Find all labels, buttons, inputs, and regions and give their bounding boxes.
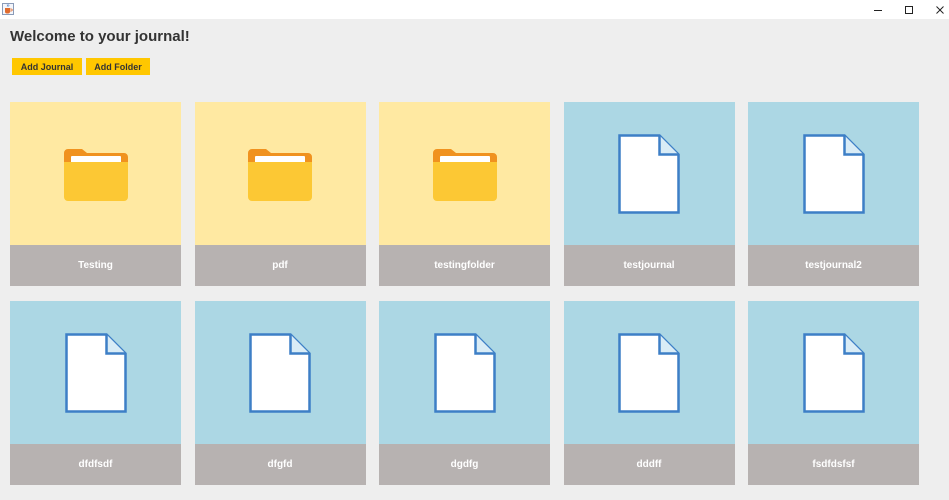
journal-tile[interactable]: testjournal (563, 102, 735, 286)
tile-label: dfdfsdf (10, 444, 181, 485)
add-folder-button[interactable]: Add Folder (86, 58, 150, 75)
tile-label: testjournal (563, 245, 735, 286)
folder-icon (432, 147, 497, 201)
tile-label: Testing (10, 245, 181, 286)
document-icon (64, 332, 127, 413)
folder-tile[interactable]: testingfolder (379, 102, 550, 286)
minimize-icon (874, 9, 882, 11)
add-journal-button[interactable]: Add Journal (12, 58, 82, 75)
tile-preview (748, 301, 919, 444)
tile-preview (10, 102, 181, 245)
maximize-button[interactable] (893, 0, 925, 19)
tile-label: pdf (194, 245, 366, 286)
tile-preview (748, 102, 919, 245)
document-icon (802, 133, 865, 214)
document-icon (618, 332, 680, 413)
page-title: Welcome to your journal! (10, 28, 190, 45)
journal-tile[interactable]: fsdfdsfsf (748, 301, 919, 485)
journal-tile[interactable]: dddff (563, 301, 735, 485)
tile-label: dgdfg (379, 444, 550, 485)
java-cup-icon (2, 3, 14, 15)
tile-preview (10, 301, 181, 444)
journal-grid: Testing pdf testingfolder testjournal te… (10, 102, 919, 485)
tile-preview (563, 102, 735, 245)
tile-label: testingfolder (379, 245, 550, 286)
document-icon (249, 332, 311, 413)
journal-tile[interactable]: dfgfd (194, 301, 366, 485)
folder-tile[interactable]: Testing (10, 102, 181, 286)
tile-preview (379, 102, 550, 245)
tile-preview (194, 102, 366, 245)
close-icon (936, 5, 944, 14)
document-icon (802, 332, 865, 413)
document-icon (433, 332, 496, 413)
tile-label: dddff (563, 444, 735, 485)
tile-label: dfgfd (194, 444, 366, 485)
tile-label: testjournal2 (748, 245, 919, 286)
app-window: Welcome to your journal! Add Journal Add… (0, 0, 949, 500)
title-bar[interactable] (0, 0, 949, 19)
tile-preview (563, 301, 735, 444)
journal-tile[interactable]: testjournal2 (748, 102, 919, 286)
journal-tile[interactable]: dgdfg (379, 301, 550, 485)
minimize-button[interactable] (862, 0, 894, 19)
folder-icon (63, 147, 128, 201)
maximize-icon (905, 5, 913, 14)
document-icon (618, 133, 680, 214)
journal-tile[interactable]: dfdfsdf (10, 301, 181, 485)
tile-preview (194, 301, 366, 444)
folder-tile[interactable]: pdf (194, 102, 366, 286)
close-button[interactable] (924, 0, 949, 19)
tile-preview (379, 301, 550, 444)
folder-icon (248, 147, 312, 201)
tile-label: fsdfdsfsf (748, 444, 919, 485)
